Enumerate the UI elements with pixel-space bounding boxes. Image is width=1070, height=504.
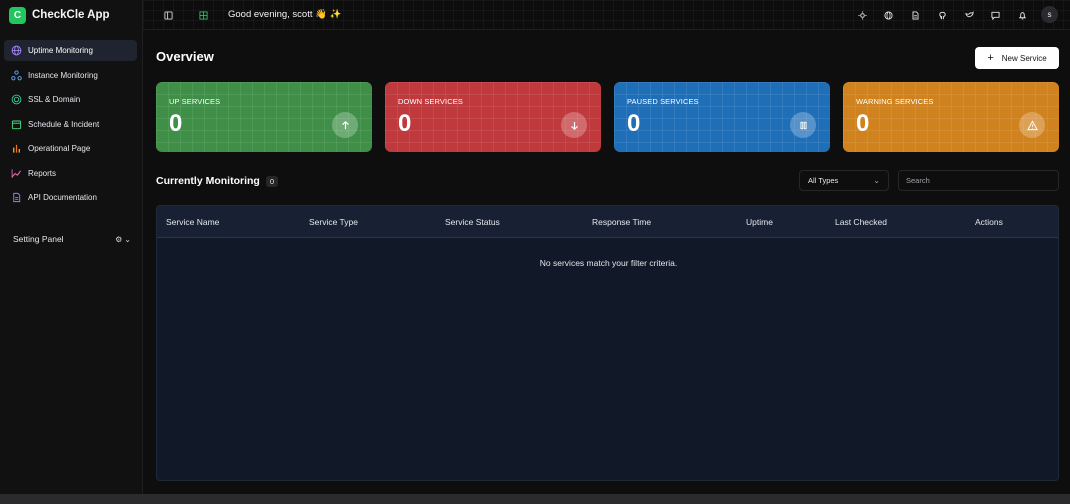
services-table: Service Name Service Type Service Status… [156, 205, 1059, 481]
calendar-icon [11, 119, 22, 130]
down-services-card: DOWN SERVICES 0 [385, 82, 601, 152]
sidebar: C CheckCle App Uptime Monitoring Instanc… [0, 0, 143, 494]
card-count: 0 [856, 110, 870, 137]
brand-logo: C [9, 6, 26, 24]
setting-panel-label: Setting Panel [13, 234, 64, 244]
sidebar-toggle-icon[interactable] [162, 9, 174, 21]
sidebar-item-reports[interactable]: Reports [4, 163, 137, 184]
shield-icon [11, 94, 22, 105]
network-icon [11, 69, 22, 81]
bottom-bar [0, 494, 1070, 504]
type-filter-select[interactable]: All Types ⌄ [799, 170, 889, 191]
column-header-response-time[interactable]: Response Time [592, 217, 651, 227]
column-header-actions: Actions [975, 217, 1003, 227]
greeting: Good evening, scott 👋 ✨ [228, 9, 342, 20]
card-label: DOWN SERVICES [398, 97, 463, 106]
column-header-service-name[interactable]: Service Name [166, 217, 219, 227]
bar-chart-icon [11, 143, 22, 154]
app-window: C CheckCle App Uptime Monitoring Instanc… [0, 0, 1070, 504]
sidebar-item-label: SSL & Domain [28, 95, 81, 104]
column-header-last-checked[interactable]: Last Checked [835, 217, 887, 227]
sidebar-item-schedule-incident[interactable]: Schedule & Incident [4, 114, 137, 135]
sidebar-item-operational-page[interactable]: Operational Page [4, 138, 137, 159]
sidebar-nav: Uptime Monitoring Instance Monitoring SS… [4, 40, 137, 212]
grid-icon[interactable] [197, 9, 209, 21]
empty-state-message: No services match your filter criteria. [539, 258, 678, 268]
topbar: Good evening, scott 👋 ✨ s [143, 0, 1070, 30]
section-title-text: Currently Monitoring [156, 175, 260, 187]
card-count: 0 [169, 110, 183, 137]
sidebar-item-label: API Documentation [28, 193, 97, 202]
page-title: Overview [156, 49, 214, 64]
line-chart-icon [11, 168, 22, 179]
sidebar-item-label: Instance Monitoring [28, 70, 98, 80]
sidebar-item-uptime-monitoring[interactable]: Uptime Monitoring [4, 40, 137, 61]
sidebar-item-label: Reports [28, 168, 57, 178]
card-label: UP SERVICES [169, 97, 221, 106]
main-content: Overview + New Service UP SERVICES 0 DOW… [143, 30, 1070, 494]
warning-icon [1019, 112, 1045, 138]
column-header-service-type[interactable]: Service Type [309, 217, 358, 227]
globe-icon [11, 45, 22, 56]
pause-icon [790, 112, 816, 138]
paused-services-card: PAUSED SERVICES 0 [614, 82, 830, 152]
chevron-down-icon: ⌄ [124, 234, 131, 244]
card-count: 0 [398, 110, 412, 137]
sidebar-item-ssl-domain[interactable]: SSL & Domain [4, 89, 137, 110]
sidebar-item-label: Uptime Monitoring [28, 46, 93, 55]
new-service-label: New Service [1001, 53, 1047, 63]
search-input[interactable] [898, 170, 1059, 191]
brand[interactable]: C CheckCle App [9, 6, 110, 24]
sidebar-item-api-documentation[interactable]: API Documentation [4, 187, 137, 208]
card-label: WARNING SERVICES [856, 97, 934, 106]
document-icon[interactable] [909, 9, 921, 21]
card-label: PAUSED SERVICES [627, 97, 699, 106]
monitoring-count-badge: 0 [265, 175, 278, 187]
setting-panel-toggle[interactable]: Setting Panel ⚙ ⌄ [13, 234, 131, 244]
column-header-uptime[interactable]: Uptime [746, 217, 773, 227]
chevron-down-icon: ⌄ [873, 176, 880, 185]
type-filter-value: All Types [808, 176, 839, 185]
arrow-down-icon [561, 112, 587, 138]
bell-icon[interactable] [1016, 9, 1028, 21]
message-icon[interactable] [989, 9, 1001, 21]
sidebar-item-label: Schedule & Incident [28, 119, 100, 129]
sun-icon[interactable] [856, 9, 868, 21]
arrow-up-icon [332, 112, 358, 138]
plus-icon: + [987, 51, 994, 64]
bird-icon[interactable] [963, 9, 975, 21]
github-icon[interactable] [936, 9, 948, 21]
gear-icon: ⚙ [115, 234, 123, 244]
section-title: Currently Monitoring 0 [156, 175, 278, 187]
globe-icon[interactable] [882, 9, 894, 21]
sidebar-item-instance-monitoring[interactable]: Instance Monitoring [4, 65, 137, 86]
warning-services-card: WARNING SERVICES 0 [843, 82, 1059, 152]
new-service-button[interactable]: + New Service [975, 47, 1059, 69]
file-icon [11, 192, 22, 203]
avatar[interactable]: s [1041, 6, 1058, 23]
card-count: 0 [627, 110, 641, 137]
up-services-card: UP SERVICES 0 [156, 82, 372, 152]
brand-name: CheckCle App [32, 9, 110, 21]
column-header-service-status[interactable]: Service Status [445, 217, 500, 227]
sidebar-item-label: Operational Page [28, 144, 91, 153]
table-header: Service Name Service Type Service Status… [157, 206, 1058, 238]
